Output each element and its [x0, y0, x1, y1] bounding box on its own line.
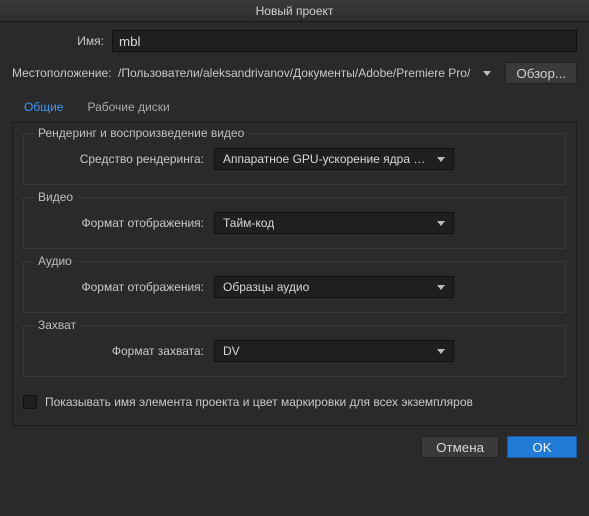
location-row: Местоположение: /Пользователи/aleksandri…: [12, 62, 577, 84]
section-capture-legend: Захват: [34, 318, 80, 332]
audio-display-field: Формат отображения: Образцы аудио: [36, 276, 553, 298]
section-capture: Захват Формат захвата: DV: [23, 325, 566, 377]
tab-general[interactable]: Общие: [12, 94, 75, 122]
show-names-label: Показывать имя элемента проекта и цвет м…: [45, 395, 473, 409]
tab-body: Рендеринг и воспроизведение видео Средст…: [12, 123, 577, 426]
chevron-down-icon: [437, 221, 445, 226]
dialog-footer: Отмена OK: [0, 426, 589, 468]
capture-format-field: Формат захвата: DV: [36, 340, 553, 362]
show-names-checkbox[interactable]: [23, 395, 37, 409]
name-input[interactable]: [112, 30, 577, 52]
capture-format-value: DV: [223, 344, 240, 358]
ok-button[interactable]: OK: [507, 436, 577, 458]
section-audio-legend: Аудио: [34, 254, 76, 268]
chevron-down-icon: [483, 71, 491, 76]
renderer-field: Средство рендеринга: Аппаратное GPU-уско…: [36, 148, 553, 170]
video-display-field: Формат отображения: Тайм-код: [36, 212, 553, 234]
chevron-down-icon: [437, 285, 445, 290]
location-label: Местоположение:: [12, 66, 112, 80]
chevron-down-icon: [437, 157, 445, 162]
name-row: Имя:: [12, 30, 577, 52]
section-render-legend: Рендеринг и воспроизведение видео: [34, 126, 248, 140]
show-names-row: Показывать имя элемента проекта и цвет м…: [23, 395, 566, 409]
tab-scratch-disks[interactable]: Рабочие диски: [75, 94, 181, 122]
audio-display-dropdown[interactable]: Образцы аудио: [214, 276, 454, 298]
name-label: Имя:: [12, 34, 112, 48]
audio-display-value: Образцы аудио: [223, 280, 309, 294]
chevron-down-icon: [437, 349, 445, 354]
section-video: Видео Формат отображения: Тайм-код: [23, 197, 566, 249]
capture-format-label: Формат захвата:: [36, 344, 214, 358]
section-audio: Аудио Формат отображения: Образцы аудио: [23, 261, 566, 313]
section-video-legend: Видео: [34, 190, 77, 204]
capture-format-dropdown[interactable]: DV: [214, 340, 454, 362]
video-display-label: Формат отображения:: [36, 216, 214, 230]
renderer-dropdown[interactable]: Аппаратное GPU-ускорение ядра Merc: [214, 148, 454, 170]
browse-button[interactable]: Обзор...: [505, 62, 577, 84]
renderer-value: Аппаратное GPU-ускорение ядра Merc: [223, 152, 431, 166]
cancel-button[interactable]: Отмена: [421, 436, 499, 458]
dialog-content: Имя: Местоположение: /Пользователи/aleks…: [0, 22, 589, 426]
tab-bar: Общие Рабочие диски: [12, 94, 577, 123]
video-display-value: Тайм-код: [223, 216, 274, 230]
window-title: Новый проект: [256, 4, 334, 18]
location-dropdown[interactable]: /Пользователи/aleksandrivanov/Документы/…: [112, 62, 497, 84]
video-display-dropdown[interactable]: Тайм-код: [214, 212, 454, 234]
window-titlebar: Новый проект: [0, 0, 589, 22]
audio-display-label: Формат отображения:: [36, 280, 214, 294]
location-value: /Пользователи/aleksandrivanov/Документы/…: [118, 66, 470, 80]
renderer-label: Средство рендеринга:: [36, 152, 214, 166]
section-render: Рендеринг и воспроизведение видео Средст…: [23, 133, 566, 185]
